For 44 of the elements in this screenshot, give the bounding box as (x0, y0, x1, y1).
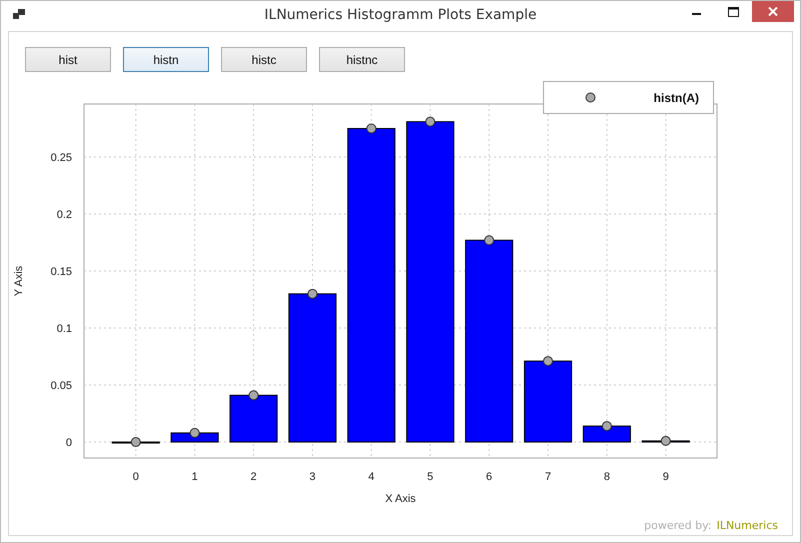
data-marker (543, 356, 553, 366)
x-tick-label: 4 (368, 471, 374, 483)
plot-type-button[interactable]: histn (123, 47, 209, 72)
window-title: ILNumerics Histogramm Plots Example (263, 7, 538, 23)
y-tick-label: 0.2 (56, 209, 72, 222)
histogram-bar (230, 394, 278, 443)
y-tick-label: 0.05 (50, 380, 72, 392)
x-tick-label: 2 (250, 471, 257, 483)
data-marker (248, 390, 259, 400)
x-tick-label: 3 (309, 471, 316, 483)
y-tick-label: 0 (66, 437, 72, 450)
y-axis-label: Y Axis (13, 266, 25, 296)
data-marker (307, 288, 318, 299)
x-axis-label: X Axis (385, 493, 416, 505)
x-tick-label: 1 (192, 471, 198, 483)
data-marker (602, 421, 612, 432)
data-marker (190, 428, 200, 438)
y-tick-label: 0.15 (50, 266, 72, 278)
data-marker (366, 124, 376, 134)
maximize-icon[interactable] (728, 7, 739, 17)
histogram-bar (582, 426, 631, 443)
data-marker (425, 116, 436, 127)
data-marker (660, 436, 671, 446)
x-tick-label: 8 (604, 471, 610, 483)
plot-type-button[interactable]: histnc (319, 47, 405, 72)
legend-marker-icon (585, 92, 596, 103)
x-tick-label: 6 (486, 471, 492, 483)
close-button[interactable] (752, 1, 794, 22)
data-marker (130, 437, 141, 448)
plot-type-button[interactable]: histc (221, 47, 307, 72)
y-tick-label: 0.1 (56, 323, 72, 336)
close-icon (768, 7, 778, 16)
histogram-bar (170, 432, 219, 443)
app-icon (13, 9, 25, 19)
powered-by-text: powered by: (644, 519, 712, 532)
data-marker (484, 235, 494, 246)
x-tick-label: 7 (544, 471, 552, 483)
brand-text: ILNumerics (716, 519, 778, 532)
legend-label: histn(A) (654, 90, 699, 104)
x-tick-label: 9 (662, 471, 669, 483)
plot-type-button[interactable]: hist (25, 47, 111, 72)
y-tick-label: 0.25 (50, 152, 72, 164)
x-tick-label: 0 (132, 471, 139, 483)
x-tick-label: 5 (427, 471, 434, 483)
